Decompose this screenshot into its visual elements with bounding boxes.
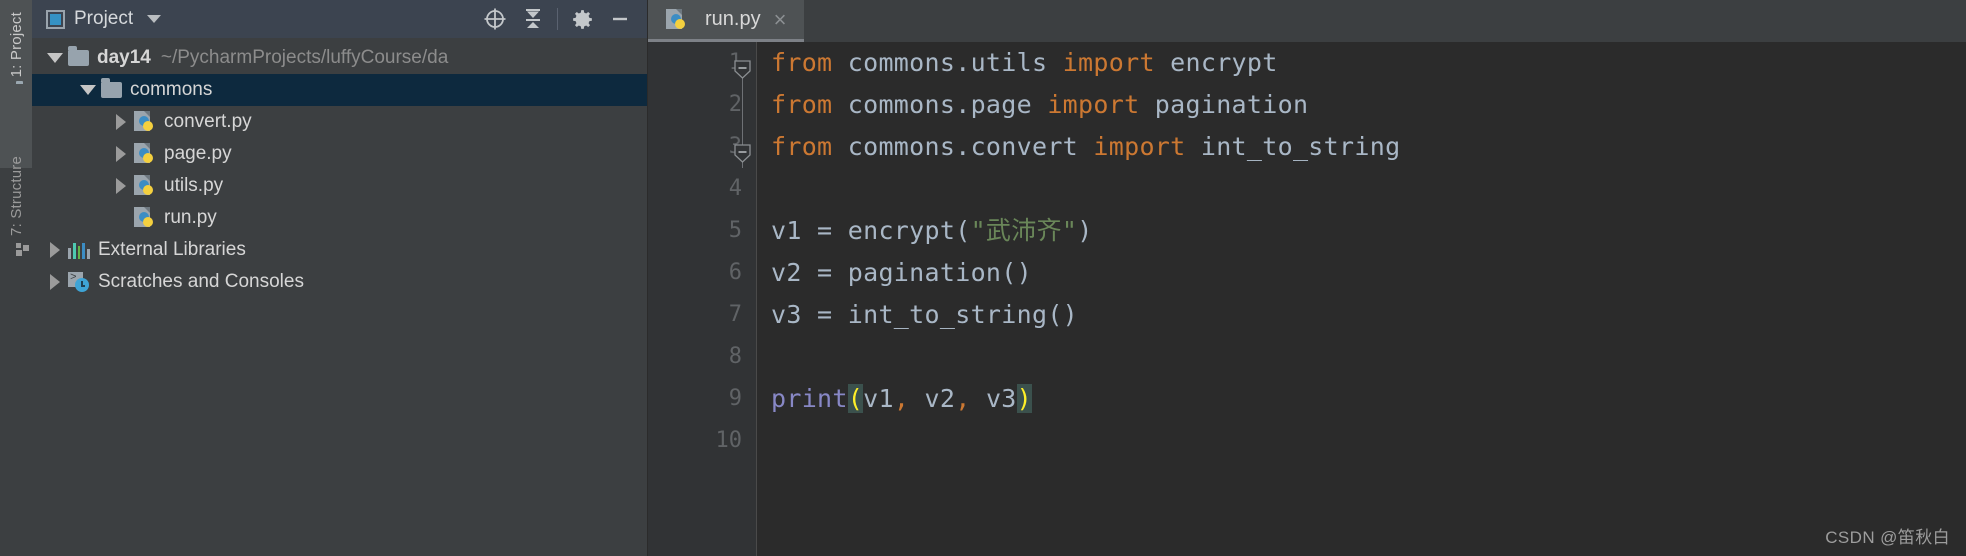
- code-token: ,: [955, 384, 971, 413]
- sidebar-item-structure[interactable]: 7: Structure: [0, 156, 32, 256]
- python-file-icon: [134, 143, 156, 165]
- code-line[interactable]: from commons.utils import encrypt: [771, 42, 1966, 84]
- code-token: "武沛齐": [970, 216, 1078, 245]
- chevron-down-icon[interactable]: [42, 53, 68, 63]
- chevron-right-icon[interactable]: [42, 274, 68, 290]
- external-libraries-icon: [68, 242, 90, 259]
- project-panel: Project day14 ~/PycharmProjects/luffyCou…: [32, 0, 648, 556]
- tree-node-label: day14: [97, 47, 151, 68]
- editor-gutter[interactable]: 12345678910: [648, 42, 756, 556]
- tree-node-label: page.py: [164, 143, 232, 164]
- close-icon[interactable]: ×: [770, 8, 791, 31]
- code-token: ): [1016, 384, 1033, 413]
- tree-row[interactable]: utils.py: [32, 170, 647, 202]
- code-token: from: [771, 132, 833, 161]
- python-file-icon: [666, 8, 688, 31]
- code-token: commons.convert: [832, 132, 1094, 161]
- code-line[interactable]: v1 = encrypt("武沛齐"): [771, 210, 1966, 252]
- chevron-right-icon[interactable]: [108, 146, 134, 162]
- tree-node-label: utils.py: [164, 175, 224, 196]
- editor-area: run.py × 12345678910: [648, 0, 1966, 556]
- code-content[interactable]: from commons.utils import encrypt from co…: [756, 42, 1966, 556]
- code-token: v1: [863, 384, 894, 413]
- minimize-icon[interactable]: [601, 4, 639, 34]
- tree-row[interactable]: day14 ~/PycharmProjects/luffyCourse/da: [32, 42, 647, 74]
- pycharm-window: 1: Project 7: Structure Project day14 ~/…: [0, 0, 1966, 556]
- code-token: ): [1077, 216, 1093, 245]
- code-line[interactable]: v3 = int_to_string(): [771, 294, 1966, 336]
- code-token: import: [1047, 90, 1140, 119]
- chevron-right-icon[interactable]: [108, 114, 134, 130]
- collapse-all-icon[interactable]: [514, 4, 552, 34]
- code-token: v1 = encrypt(: [771, 216, 971, 245]
- folder-icon: [68, 46, 89, 66]
- scratches-icon: >_: [68, 272, 90, 292]
- code-editor[interactable]: 12345678910: [648, 42, 1966, 556]
- tree-row[interactable]: External Libraries: [32, 234, 647, 266]
- python-file-icon: [134, 111, 156, 133]
- fold-marker-line-3[interactable]: [733, 144, 752, 163]
- project-view-icon: [46, 9, 65, 29]
- toolbar-separator: [557, 8, 558, 30]
- tree-node-label: Scratches and Consoles: [98, 271, 304, 292]
- folder-icon: [101, 78, 122, 98]
- code-token: pagination: [1139, 90, 1309, 119]
- code-line[interactable]: v2 = pagination(): [771, 252, 1966, 294]
- sidebar-item-project-label: 1: Project: [7, 12, 25, 78]
- code-token: ,: [893, 384, 910, 413]
- left-tool-strip: 1: Project 7: Structure: [0, 0, 32, 556]
- code-line[interactable]: print(v1, v2, v3): [771, 378, 1966, 420]
- gear-icon[interactable]: [563, 4, 601, 34]
- code-token: v3: [970, 384, 1017, 413]
- project-panel-header: Project: [32, 0, 647, 38]
- tree-row[interactable]: >_ Scratches and Consoles: [32, 266, 647, 298]
- panel-title: Project: [74, 8, 134, 29]
- tree-node-path: ~/PycharmProjects/luffyCourse/da: [160, 47, 449, 68]
- code-token: v2: [909, 384, 956, 413]
- code-token: (: [847, 384, 864, 413]
- code-token: print: [771, 384, 848, 413]
- tree-node-label: convert.py: [164, 111, 252, 132]
- code-token: v2 = pagination(): [771, 258, 1032, 287]
- code-token: commons.utils: [832, 48, 1063, 77]
- tree-row[interactable]: run.py: [32, 202, 647, 234]
- chevron-right-icon[interactable]: [108, 178, 134, 194]
- tab-run-py[interactable]: run.py ×: [648, 0, 805, 42]
- tab-label: run.py: [705, 8, 761, 30]
- tree-row[interactable]: page.py: [32, 138, 647, 170]
- tree-row[interactable]: commons: [32, 74, 647, 106]
- editor-tab-bar: run.py ×: [648, 0, 1966, 42]
- tree-node-label: commons: [130, 79, 213, 100]
- code-token: from: [771, 90, 833, 119]
- code-token: v3 = int_to_string(): [771, 300, 1079, 329]
- code-token: int_to_string: [1185, 132, 1401, 161]
- tree-node-label: run.py: [164, 207, 217, 228]
- sidebar-item-project[interactable]: 1: Project: [0, 12, 32, 84]
- code-line[interactable]: [771, 168, 1966, 210]
- chevron-down-icon[interactable]: [147, 15, 162, 23]
- code-token: import: [1062, 48, 1155, 77]
- chevron-right-icon[interactable]: [42, 242, 68, 258]
- chevron-down-icon[interactable]: [75, 85, 101, 95]
- project-panel-actions: [476, 4, 639, 34]
- code-token: encrypt: [1154, 48, 1278, 77]
- fold-marker-column[interactable]: [730, 42, 756, 556]
- code-line[interactable]: [771, 420, 1966, 462]
- fold-marker-line-1[interactable]: [733, 60, 752, 79]
- code-token: import: [1093, 132, 1186, 161]
- code-line[interactable]: [771, 336, 1966, 378]
- python-file-icon: [134, 175, 156, 197]
- sidebar-item-structure-label: 7: Structure: [7, 156, 25, 236]
- code-token: commons.page: [832, 90, 1048, 119]
- project-panel-title-group[interactable]: Project: [46, 8, 476, 30]
- tree-node-label: External Libraries: [98, 239, 246, 260]
- locate-icon[interactable]: [476, 4, 514, 34]
- code-line[interactable]: from commons.convert import int_to_strin…: [771, 126, 1966, 168]
- code-line[interactable]: from commons.page import pagination: [771, 84, 1966, 126]
- tree-row[interactable]: convert.py: [32, 106, 647, 138]
- code-token: from: [771, 48, 833, 77]
- python-file-icon: [134, 207, 156, 229]
- project-tree[interactable]: day14 ~/PycharmProjects/luffyCourse/da com…: [32, 38, 647, 556]
